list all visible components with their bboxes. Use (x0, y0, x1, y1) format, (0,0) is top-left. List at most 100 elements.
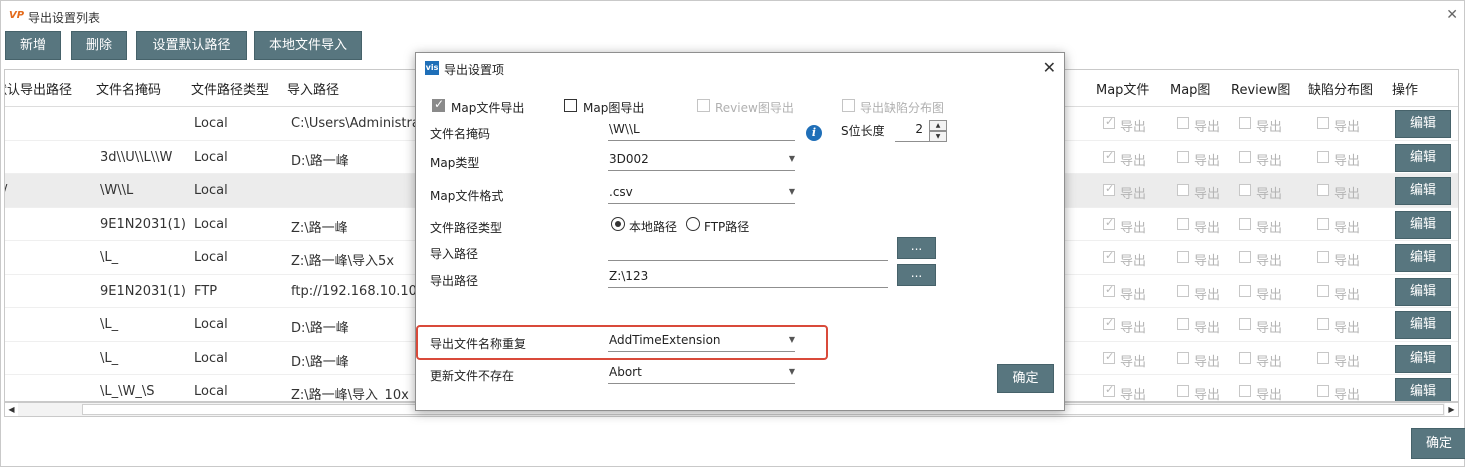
review-image-export-checkbox[interactable] (697, 99, 710, 112)
review-image-checkbox[interactable] (1239, 318, 1251, 330)
export-label: 导出 (1194, 187, 1221, 202)
review-image-checkbox[interactable] (1239, 284, 1251, 297)
map-file-checkbox[interactable] (1103, 182, 1115, 196)
edit-button[interactable]: 编辑 (1395, 378, 1451, 401)
map-file-checkbox[interactable] (1103, 216, 1115, 230)
scroll-right-icon[interactable]: ▶ (1445, 403, 1458, 416)
edit-button[interactable]: 编辑 (1395, 344, 1451, 373)
scroll-left-icon[interactable]: ◀ (5, 403, 18, 416)
edit-button[interactable]: 编辑 (1395, 177, 1451, 205)
dialog-ok-button[interactable]: 确定 (997, 364, 1054, 393)
spin-down-icon[interactable]: ▼ (929, 131, 947, 142)
defect-map-checkbox[interactable] (1317, 351, 1329, 364)
defect-map-export-checkbox[interactable] (842, 99, 855, 112)
duplicate-name-select[interactable]: AddTimeExtension ▼ (608, 330, 795, 352)
review-image-checkbox[interactable] (1239, 150, 1251, 163)
export-label: 导出 (1120, 220, 1147, 236)
review-image-checkbox[interactable] (1239, 351, 1251, 364)
map-image-checkbox[interactable] (1177, 385, 1189, 397)
review-image-checkbox[interactable] (1239, 117, 1251, 129)
map-format-select[interactable]: .csv ▼ (608, 182, 795, 204)
window-close-icon[interactable]: ✕ (1446, 7, 1458, 23)
dialog-close-icon[interactable]: ✕ (1043, 58, 1056, 77)
info-icon[interactable]: i (806, 125, 822, 141)
export-label: 导出 (1256, 220, 1283, 236)
map-image-checkbox[interactable] (1177, 284, 1189, 297)
map-file-checkbox[interactable] (1103, 350, 1115, 364)
spin-up-icon[interactable]: ▲ (929, 120, 947, 131)
window-ok-button[interactable]: 确定 (1411, 428, 1465, 459)
cell-default-path: / (5, 183, 7, 198)
map-image-checkbox[interactable] (1177, 217, 1189, 230)
edit-button[interactable]: 编辑 (1395, 143, 1451, 172)
export-label: 导出 (1334, 287, 1361, 303)
map-image-checkbox[interactable] (1177, 184, 1189, 196)
defect-map-checkbox[interactable] (1317, 184, 1329, 196)
header-map-image[interactable]: Map图 (1170, 79, 1210, 98)
header-import-path[interactable]: 导入路径 (287, 79, 339, 98)
set-default-path-button[interactable]: 设置默认路径 (136, 31, 247, 60)
edit-button[interactable]: 编辑 (1395, 110, 1451, 138)
ftp-path-radio[interactable] (686, 217, 700, 231)
header-file-mask[interactable]: 文件名掩码 (96, 79, 161, 98)
cell-import-path: Z:\路一峰 (291, 220, 348, 236)
export-label: 导出 (1120, 254, 1147, 269)
export-path-field[interactable]: Z:\123 (608, 266, 888, 288)
s-length-stepper[interactable]: 2 ▲ ▼ (895, 120, 947, 142)
s-length-value: 2 (915, 122, 923, 136)
map-image-checkbox[interactable] (1177, 351, 1189, 364)
map-file-checkbox[interactable] (1103, 249, 1115, 263)
review-image-checkbox[interactable] (1239, 184, 1251, 196)
edit-button[interactable]: 编辑 (1395, 244, 1451, 272)
map-file-checkbox[interactable] (1103, 115, 1115, 129)
local-path-label: 本地路径 (629, 220, 678, 234)
edit-button[interactable]: 编辑 (1395, 277, 1451, 306)
local-file-import-button[interactable]: 本地文件导入 (254, 31, 362, 60)
map-file-export-checkbox[interactable] (432, 97, 445, 112)
export-label: 导出 (1334, 153, 1361, 169)
duplicate-name-value: AddTimeExtension (609, 333, 721, 347)
defect-map-checkbox[interactable] (1317, 318, 1329, 330)
export-label: 导出 (1120, 388, 1147, 402)
export-path-browse-button[interactable]: ... (897, 264, 936, 286)
map-file-checkbox[interactable] (1103, 149, 1115, 163)
map-format-label: Map文件格式 (430, 189, 504, 203)
file-mask-field[interactable]: \W\\L (608, 119, 795, 141)
defect-map-checkbox[interactable] (1317, 217, 1329, 230)
cell-path-type: Local (194, 216, 228, 232)
map-image-export-checkbox[interactable] (564, 99, 577, 112)
missing-file-select[interactable]: Abort ▼ (608, 362, 795, 384)
defect-map-checkbox[interactable] (1317, 284, 1329, 297)
map-image-checkbox[interactable] (1177, 318, 1189, 330)
add-button[interactable]: 新增 (5, 31, 61, 60)
import-path-field[interactable] (608, 239, 888, 261)
review-image-checkbox[interactable] (1239, 385, 1251, 397)
export-label: 导出 (1194, 220, 1221, 236)
defect-map-checkbox[interactable] (1317, 117, 1329, 129)
header-default-export-path[interactable]: 默认导出路径 (5, 79, 72, 98)
map-image-checkbox[interactable] (1177, 251, 1189, 263)
map-image-checkbox[interactable] (1177, 150, 1189, 163)
export-label: 导出 (1334, 321, 1361, 336)
edit-button[interactable]: 编辑 (1395, 311, 1451, 339)
defect-map-checkbox[interactable] (1317, 385, 1329, 397)
header-defect-map[interactable]: 缺陷分布图 (1308, 79, 1373, 98)
review-image-checkbox[interactable] (1239, 251, 1251, 263)
dialog-title: 导出设置项 (444, 63, 505, 77)
header-review-image[interactable]: Review图 (1231, 79, 1290, 98)
header-path-type[interactable]: 文件路径类型 (191, 79, 269, 98)
defect-map-checkbox[interactable] (1317, 150, 1329, 163)
delete-button[interactable]: 删除 (71, 31, 127, 60)
defect-map-checkbox[interactable] (1317, 251, 1329, 263)
local-path-radio[interactable] (611, 217, 625, 231)
map-type-select[interactable]: 3D002 ▼ (608, 149, 795, 171)
map-image-checkbox[interactable] (1177, 117, 1189, 129)
map-file-checkbox[interactable] (1103, 316, 1115, 330)
export-label: 导出 (1256, 120, 1283, 135)
map-file-checkbox[interactable] (1103, 383, 1115, 397)
map-file-checkbox[interactable] (1103, 283, 1115, 297)
review-image-checkbox[interactable] (1239, 217, 1251, 230)
import-path-browse-button[interactable]: ... (897, 237, 936, 259)
edit-button[interactable]: 编辑 (1395, 210, 1451, 239)
header-map-file[interactable]: Map文件 (1096, 79, 1149, 98)
